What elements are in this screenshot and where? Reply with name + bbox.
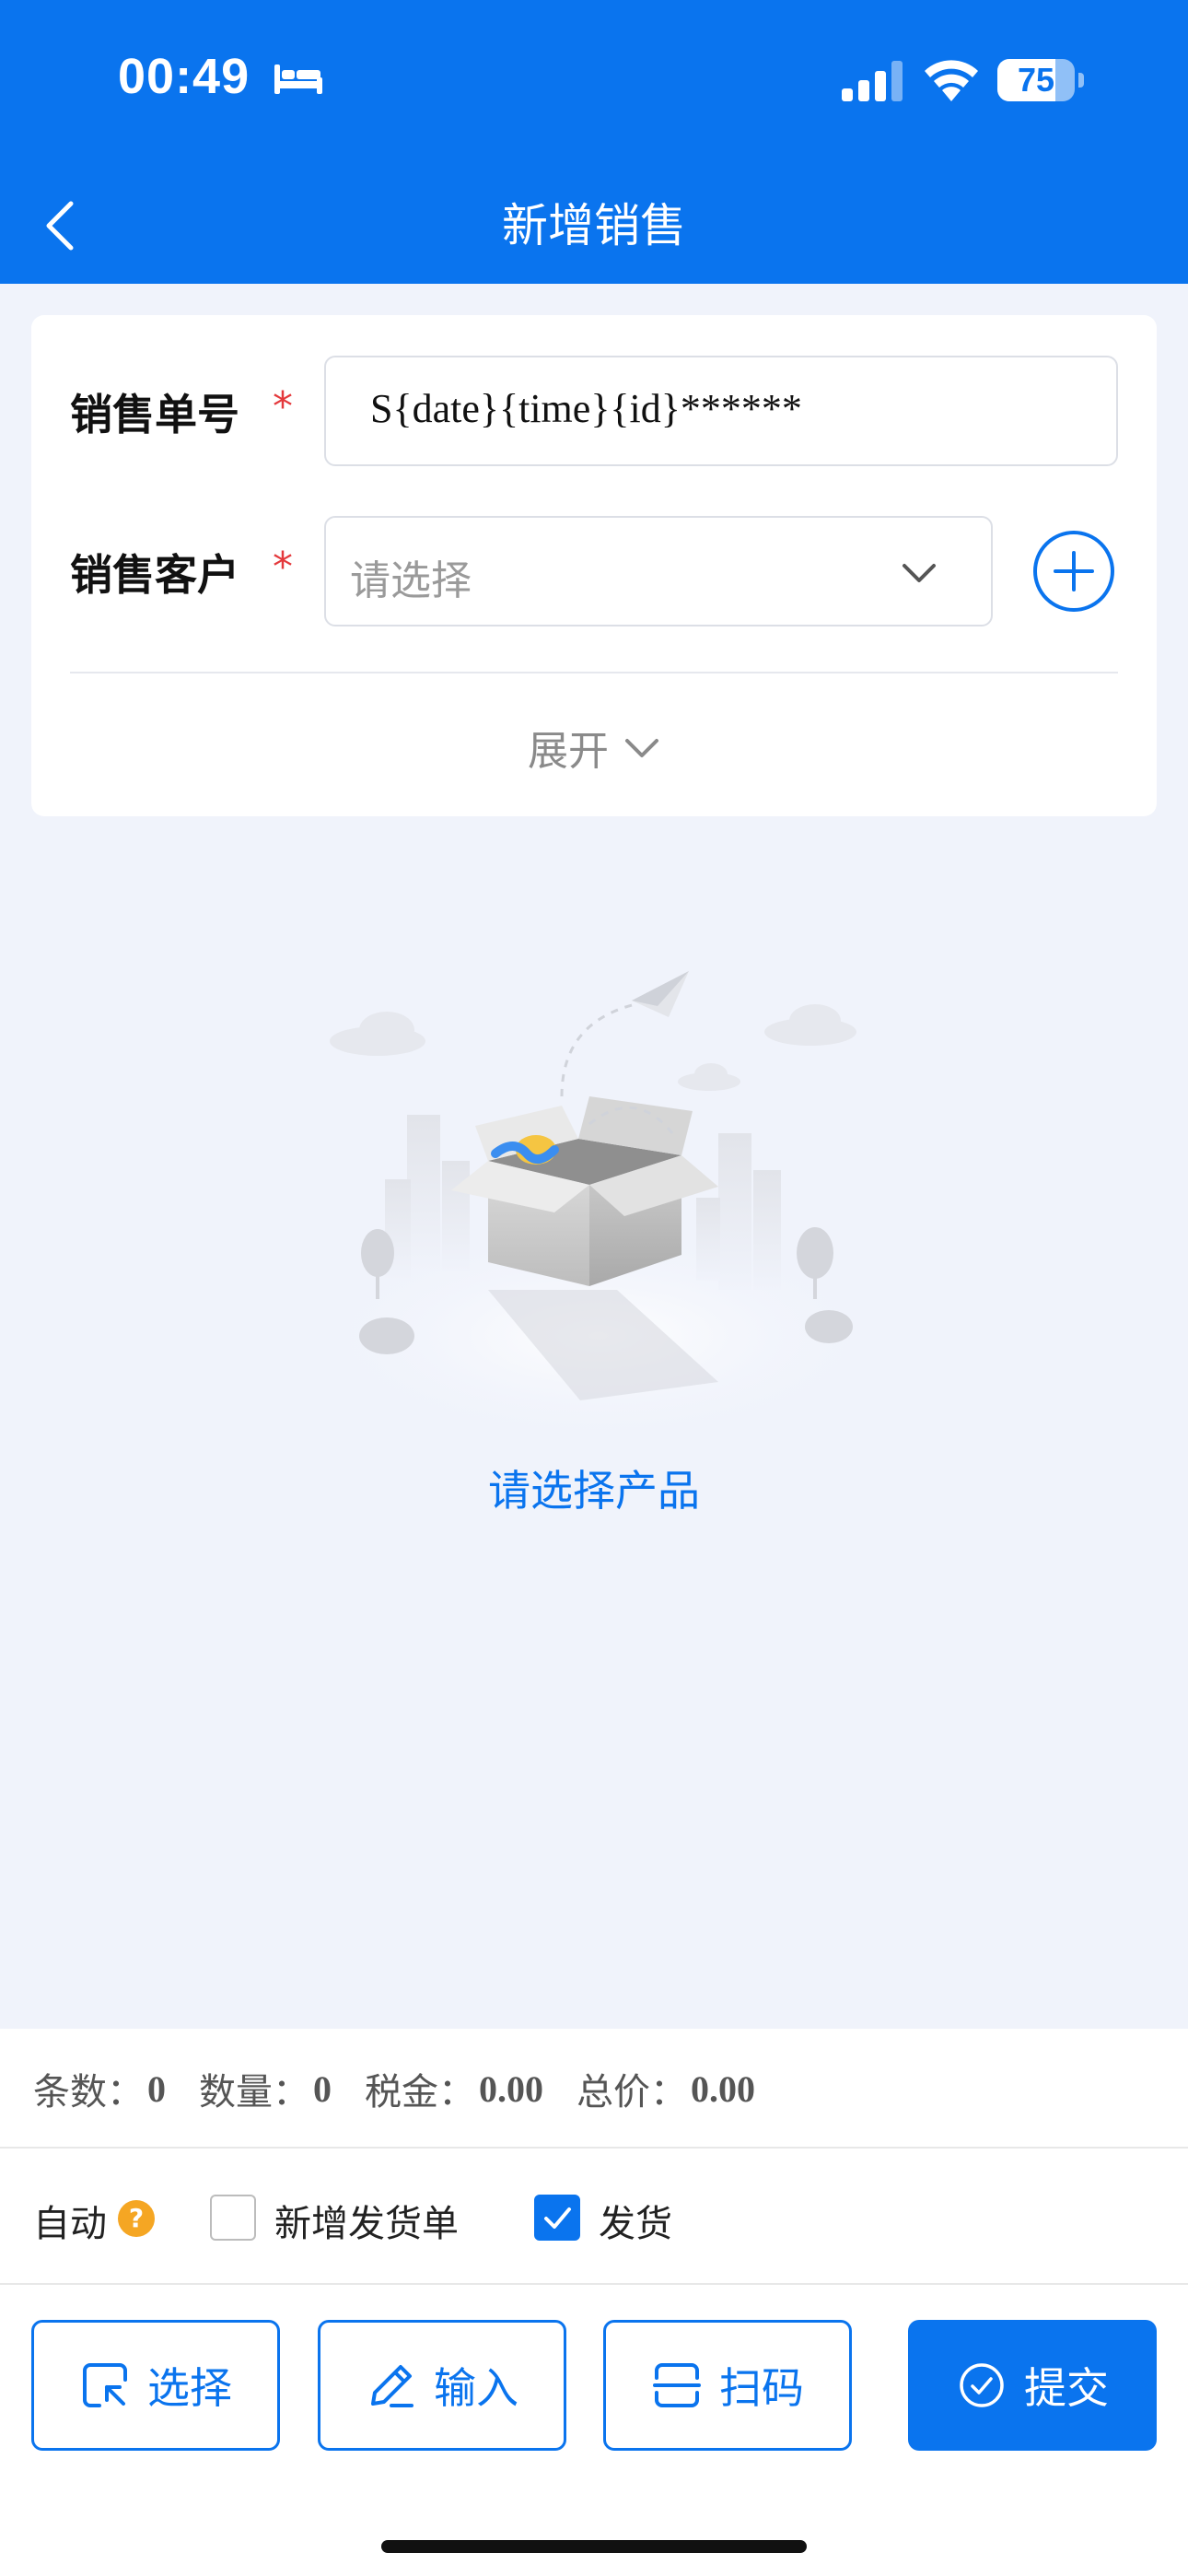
status-time: 00:49 bbox=[118, 49, 250, 104]
bed-icon bbox=[274, 64, 322, 94]
tax-label: 税金： bbox=[365, 2071, 475, 2113]
chevron-down-icon bbox=[903, 564, 936, 582]
required-mark: * bbox=[273, 383, 293, 430]
expand-toggle[interactable]: 展开 bbox=[497, 715, 691, 779]
cellular-signal-icon bbox=[842, 61, 903, 101]
total-value: 0.00 bbox=[691, 2067, 755, 2110]
select-cursor-icon bbox=[83, 2363, 127, 2407]
pencil-icon bbox=[371, 2365, 413, 2407]
summary-count: 条数： 0 bbox=[33, 2062, 166, 2115]
checkmark-icon bbox=[544, 2207, 571, 2229]
customer-label: 销售客户 bbox=[70, 550, 239, 600]
scan-button-label: 扫码 bbox=[719, 2363, 804, 2413]
customer-placeholder: 请选择 bbox=[350, 557, 472, 604]
input-button-label: 输入 bbox=[434, 2363, 518, 2413]
empty-box-illustration bbox=[304, 971, 893, 1446]
order-no-label: 销售单号 bbox=[70, 390, 239, 439]
order-no-input[interactable]: S{date}{time}{id}****** bbox=[324, 356, 1118, 466]
create-delivery-note-label: 新增发货单 bbox=[274, 2203, 459, 2245]
app-header: 00:49 75 新增销售 bbox=[0, 0, 1188, 284]
summary-total: 总价： 0.00 bbox=[577, 2062, 755, 2115]
summary-row: 条数： 0 数量： 0 税金： 0.00 总价： 0.00 bbox=[33, 2060, 788, 2117]
ship-label: 发货 bbox=[599, 2203, 672, 2245]
page-title: 新增销售 bbox=[502, 199, 686, 252]
divider bbox=[70, 672, 1118, 673]
order-no-value: S{date}{time}{id}****** bbox=[370, 386, 802, 431]
battery-percentage: 75 bbox=[1017, 61, 1055, 99]
select-button-label: 选择 bbox=[147, 2363, 232, 2413]
help-icon[interactable]: ? bbox=[118, 2200, 155, 2237]
check-circle-icon bbox=[960, 2363, 1004, 2407]
summary-quantity: 数量： 0 bbox=[199, 2062, 332, 2115]
count-label: 条数： bbox=[33, 2071, 144, 2113]
quantity-label: 数量： bbox=[199, 2071, 309, 2113]
summary-tax: 税金： 0.00 bbox=[365, 2062, 543, 2115]
quantity-value: 0 bbox=[313, 2067, 332, 2110]
expand-label: 展开 bbox=[528, 728, 609, 775]
count-value: 0 bbox=[147, 2067, 166, 2110]
customer-select[interactable]: 请选择 bbox=[324, 516, 993, 626]
scan-icon bbox=[653, 2363, 701, 2407]
chevron-down-icon bbox=[625, 739, 658, 757]
input-button[interactable]: 输入 bbox=[318, 2320, 566, 2451]
submit-button-label: 提交 bbox=[1024, 2363, 1109, 2413]
divider bbox=[0, 2147, 1188, 2149]
home-indicator[interactable] bbox=[381, 2540, 807, 2553]
create-delivery-note-checkbox[interactable] bbox=[210, 2195, 256, 2241]
empty-state-text[interactable]: 请选择产品 bbox=[0, 1458, 1188, 1518]
plus-circle-icon bbox=[1033, 531, 1114, 612]
submit-button[interactable]: 提交 bbox=[908, 2320, 1157, 2451]
scan-button[interactable]: 扫码 bbox=[603, 2320, 852, 2451]
divider bbox=[0, 2283, 1188, 2285]
ship-checkbox[interactable] bbox=[534, 2195, 580, 2241]
wifi-icon bbox=[925, 60, 978, 101]
auto-label: 自动 bbox=[33, 2203, 107, 2245]
total-label: 总价： bbox=[577, 2071, 687, 2113]
add-customer-button[interactable] bbox=[1031, 529, 1116, 614]
required-mark: * bbox=[273, 544, 293, 591]
tax-value: 0.00 bbox=[479, 2067, 543, 2110]
select-button[interactable]: 选择 bbox=[31, 2320, 280, 2451]
battery-icon: 75 bbox=[997, 59, 1084, 101]
